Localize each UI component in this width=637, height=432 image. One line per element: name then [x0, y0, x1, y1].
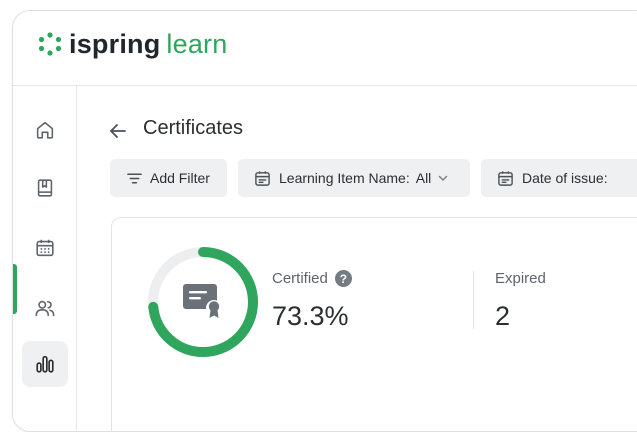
certified-donut-chart: [148, 247, 258, 357]
expired-label: Expired: [495, 270, 546, 287]
add-filter-button[interactable]: Add Filter: [110, 159, 227, 197]
sidebar-item-calendar[interactable]: [22, 225, 68, 271]
back-arrow-icon[interactable]: [107, 120, 129, 142]
certificate-icon: [183, 284, 222, 318]
add-filter-label: Add Filter: [150, 170, 210, 186]
logo-text-ispring: ispring: [69, 29, 161, 59]
certified-label-text: Certified: [272, 270, 328, 287]
learning-item-label: Learning Item Name:: [279, 170, 410, 186]
calendar-icon: [498, 170, 513, 186]
home-icon: [36, 121, 54, 139]
chevron-down-icon: [439, 175, 448, 181]
calendar-icon: [255, 170, 270, 186]
certificates-summary-card: Certified ? 73.3% Expired 2: [111, 217, 637, 431]
sidebar-item-library[interactable]: [22, 165, 68, 211]
filter-lines-icon: [127, 172, 142, 184]
expired-label-text: Expired: [495, 270, 546, 287]
sidebar-item-home[interactable]: [22, 107, 68, 153]
logo-text-learn: learn: [166, 29, 228, 59]
top-bar: ispring learn: [13, 11, 637, 86]
ispring-logo-icon: [38, 32, 62, 56]
book-icon: [37, 179, 53, 197]
users-icon: [35, 300, 55, 317]
logo-text: ispring learn: [69, 29, 227, 59]
expired-value: 2: [495, 301, 511, 331]
bar-chart-icon: [36, 355, 54, 373]
learning-item-value: All: [415, 170, 432, 186]
app-window: ispring learn Certificates Add Filter Le…: [12, 10, 637, 432]
sidebar-active-indicator: [13, 264, 17, 314]
sidebar-item-reports[interactable]: [22, 341, 68, 387]
calendar-icon: [36, 239, 54, 257]
main-content: Certificates Add Filter Learning Item Na…: [77, 86, 637, 431]
ispring-learn-logo[interactable]: ispring learn: [37, 29, 227, 59]
learning-item-filter[interactable]: Learning Item Name: All: [238, 159, 470, 197]
help-icon[interactable]: ?: [334, 270, 352, 287]
page-title: Certificates: [143, 117, 244, 139]
certified-value: 73.3%: [272, 301, 349, 331]
date-of-issue-filter[interactable]: Date of issue:: [481, 159, 637, 197]
certified-label: Certified ?: [272, 270, 352, 287]
stat-divider: [473, 271, 474, 329]
sidebar-item-users[interactable]: [22, 285, 68, 331]
date-of-issue-label: Date of issue:: [522, 170, 608, 186]
sidebar: [13, 86, 77, 431]
